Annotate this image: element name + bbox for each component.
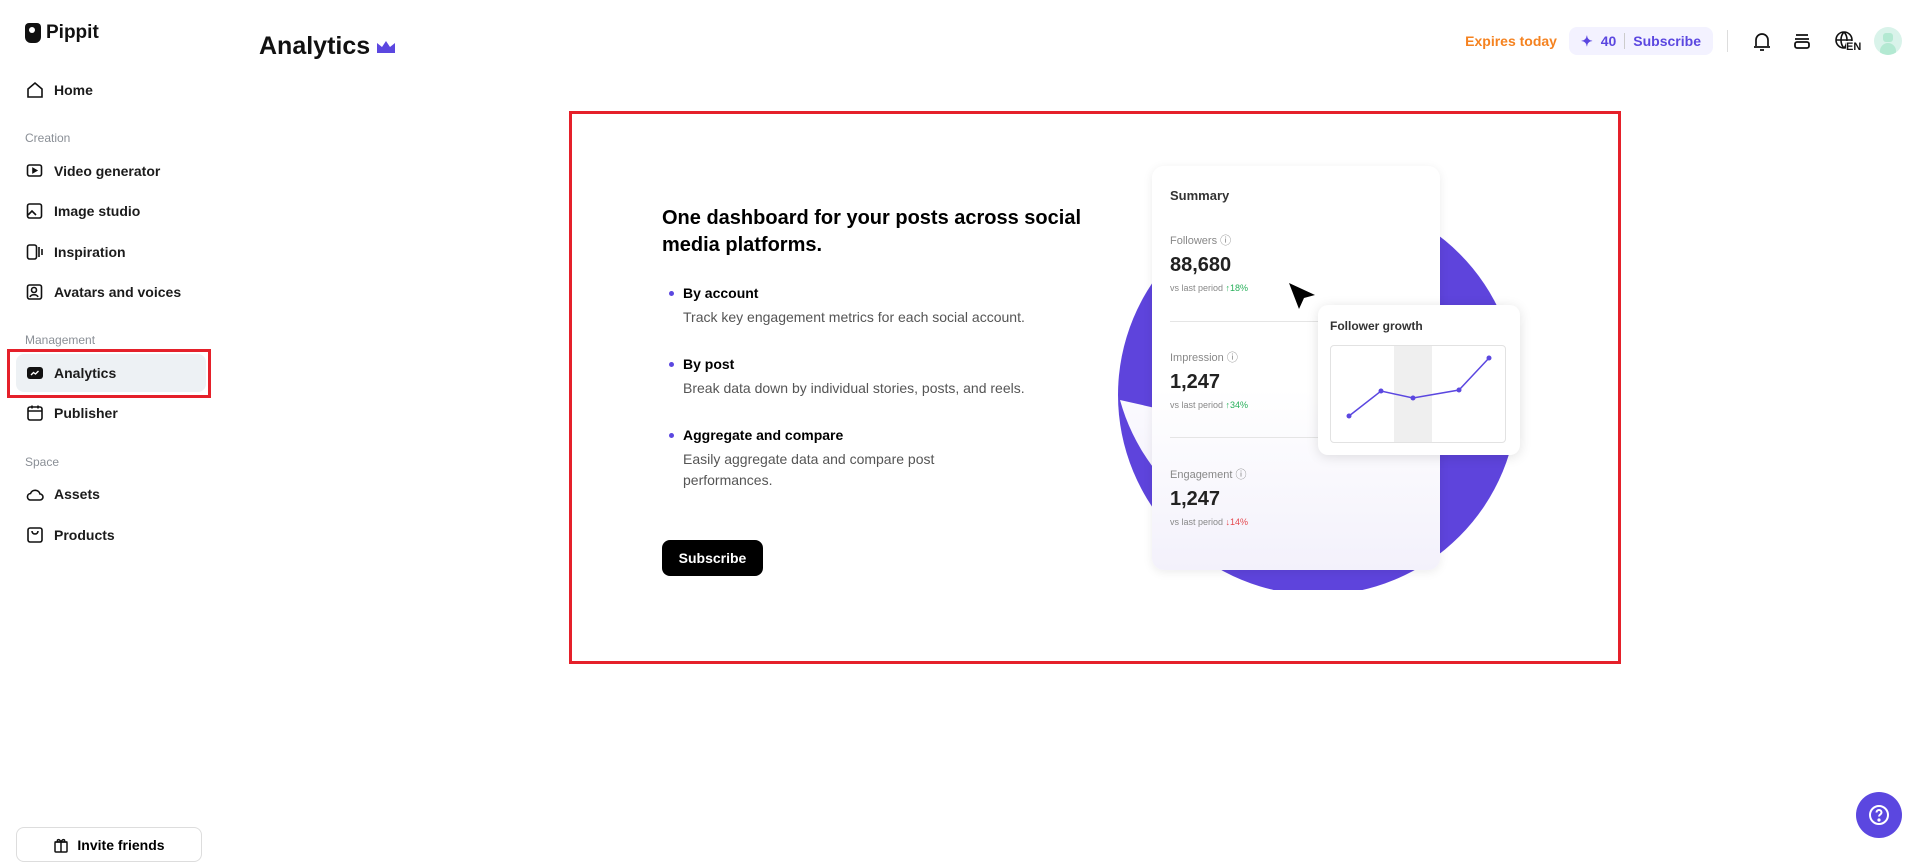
summary-title: Summary — [1170, 188, 1230, 203]
sidebar-item-label: Image studio — [54, 203, 141, 219]
help-button[interactable] — [1856, 792, 1902, 838]
sidebar-item-video-generator[interactable]: Video generator — [16, 152, 206, 190]
sidebar-item-publisher[interactable]: Publisher — [16, 394, 206, 432]
bell-icon[interactable] — [1750, 29, 1774, 53]
pippit-logo[interactable]: Pippit — [25, 22, 99, 44]
feature-desc: Track key engagement metrics for each so… — [683, 309, 1025, 325]
image-icon — [26, 203, 43, 219]
metric-engagement: Engagement ⓘ 1,247 vs last period ↓14% — [1170, 466, 1410, 527]
section-creation: Creation — [25, 131, 71, 145]
growth-point — [1346, 413, 1352, 419]
feature-desc: Easily aggregate data and compare post p… — [683, 451, 935, 488]
metric-value: 88,680 — [1170, 254, 1232, 276]
home-icon — [27, 81, 43, 98]
subscribe-button[interactable]: Subscribe — [662, 540, 763, 576]
metric-compare: vs last period — [1170, 283, 1224, 293]
feature-aggregate: Aggregate and compare Easily aggregate da… — [669, 427, 993, 491]
section-management: Management — [25, 333, 96, 347]
sidebar-item-products[interactable]: Products — [16, 516, 206, 554]
sidebar-item-label: Products — [54, 527, 115, 543]
metric-compare: vs last period — [1170, 400, 1224, 410]
growth-chart — [1330, 345, 1506, 444]
sidebar-item-inspiration[interactable]: Inspiration — [16, 233, 206, 271]
avatar-icon — [26, 284, 43, 300]
metric-compare: vs last period — [1170, 517, 1224, 527]
user-avatar[interactable] — [1874, 27, 1902, 55]
follower-growth-card: Follower growth — [1318, 305, 1520, 455]
credits-count: 40 — [1600, 33, 1617, 49]
pippit-logo-icon — [25, 23, 41, 43]
metric-change: ↑34% — [1225, 400, 1249, 410]
divider — [1624, 33, 1626, 49]
metric-label: Impression — [1170, 352, 1224, 364]
language-globe-icon[interactable]: EN — [1830, 29, 1862, 53]
help-circle-icon: ⓘ — [1226, 352, 1238, 364]
feature-title: By post — [669, 356, 1083, 372]
help-icon — [1869, 805, 1889, 825]
product-icon — [27, 527, 43, 543]
feature-by-account: By account Track key engagement metrics f… — [669, 285, 1083, 328]
top-bar: Expires today ✦ 40 Subscribe EN — [1465, 26, 1920, 56]
sidebar-item-assets[interactable]: Assets — [16, 475, 206, 513]
sparkle-icon: ✦ — [1580, 32, 1593, 49]
help-circle-icon: ⓘ — [1220, 235, 1232, 247]
metric-label: Engagement — [1170, 469, 1233, 481]
growth-point — [1378, 388, 1384, 394]
credits-subscribe-pill[interactable]: ✦ 40 Subscribe — [1568, 27, 1713, 55]
divider — [1727, 30, 1728, 52]
sidebar-item-home[interactable]: Home — [16, 71, 206, 109]
page-title-text: Analytics — [259, 32, 371, 60]
promo-heading: One dashboard for your posts across soci… — [662, 207, 1082, 256]
growth-point — [1410, 395, 1416, 401]
growth-point — [1486, 355, 1492, 361]
sidebar-item-avatars-voices[interactable]: Avatars and voices — [16, 273, 206, 311]
expires-label[interactable]: Expires today — [1465, 33, 1557, 49]
sidebar-item-label: Publisher — [54, 405, 118, 421]
metric-change: ↓14% — [1225, 517, 1249, 527]
stack-icon[interactable] — [1790, 29, 1814, 53]
feature-by-post: By post Break data down by individual sto… — [669, 356, 1083, 399]
app-name: Pippit — [46, 22, 99, 43]
language-code: EN — [1846, 41, 1862, 53]
metric-label: Followers — [1170, 235, 1218, 247]
section-space: Space — [25, 455, 60, 469]
calendar-icon — [27, 405, 43, 421]
gift-icon — [54, 838, 69, 853]
sidebar-item-label: Home — [54, 82, 93, 98]
invite-friends-button[interactable]: Invite friends — [16, 827, 202, 862]
feature-desc: Break data down by individual stories, p… — [683, 380, 1025, 396]
sidebar-item-image-studio[interactable]: Image studio — [16, 192, 206, 230]
sidebar-item-label: Assets — [54, 486, 100, 502]
metric-change: ↑18% — [1225, 283, 1249, 293]
cloud-icon — [26, 489, 44, 501]
inspiration-icon — [26, 244, 43, 260]
growth-title: Follower growth — [1330, 319, 1423, 333]
metric-value: 1,247 — [1170, 488, 1221, 510]
feature-title: Aggregate and compare — [669, 427, 993, 443]
invite-label: Invite friends — [77, 836, 165, 853]
video-icon — [26, 164, 43, 177]
page-title: Analytics — [259, 32, 396, 61]
feature-title: By account — [669, 285, 1083, 301]
growth-point — [1456, 387, 1462, 393]
sidebar-item-label: Avatars and voices — [54, 284, 182, 300]
crown-icon — [377, 40, 396, 53]
highlight-box — [7, 349, 211, 398]
sidebar-item-label: Video generator — [54, 163, 161, 179]
sidebar-item-label: Inspiration — [54, 244, 126, 260]
help-circle-icon: ⓘ — [1235, 469, 1247, 481]
header-subscribe-button[interactable]: Subscribe — [1633, 33, 1701, 49]
